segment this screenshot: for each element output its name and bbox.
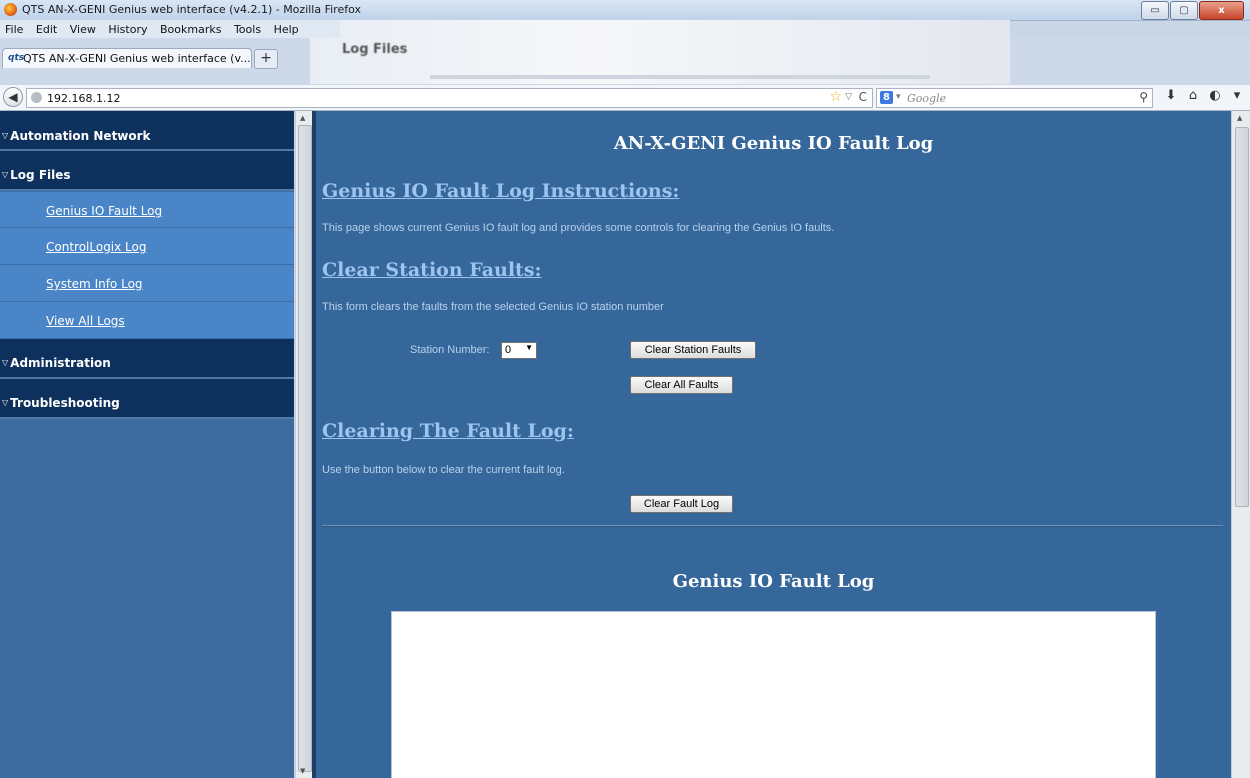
menu-edit[interactable]: Edit <box>31 20 61 36</box>
clearing-log-heading[interactable]: Clearing The Fault Log: <box>322 420 574 442</box>
menu-view[interactable]: View <box>65 20 100 36</box>
sidebar-section-log-files[interactable]: ▽ Log Files <box>0 151 294 191</box>
home-icon[interactable]: ⌂ <box>1182 88 1204 103</box>
background-window: Log Files <box>310 20 1010 84</box>
history-dropdown-icon[interactable]: ▽ <box>845 92 852 102</box>
fault-log-textarea[interactable] <box>391 611 1156 778</box>
scroll-up-icon[interactable]: ▲ <box>300 114 305 122</box>
maximize-button[interactable]: ▢ <box>1170 1 1198 20</box>
downloads-icon[interactable]: ⬇ <box>1160 88 1182 103</box>
background-window-title: Log Files <box>342 42 408 57</box>
chevron-down-icon: ▼ <box>525 343 533 352</box>
scroll-down-icon[interactable]: ▼ <box>300 767 305 775</box>
page-title: AN-X-GENI Genius IO Fault Log <box>613 133 934 154</box>
menu-bar: File Edit View History Bookmarks Tools H… <box>0 20 340 38</box>
firefox-logo-icon <box>4 3 17 16</box>
toolbar-icons: ⬇ ⌂ ◐ ▾ <box>1160 88 1248 103</box>
sidebar-item-controllogix-log[interactable]: ControlLogix Log <box>0 228 294 265</box>
sidebar-section-label: Log Files <box>10 168 71 182</box>
clear-station-text: This form clears the faults from the sel… <box>322 301 664 313</box>
clear-all-faults-button[interactable]: Clear All Faults <box>630 376 733 394</box>
search-engine-dropdown-icon[interactable]: ▾ <box>896 92 901 102</box>
background-window-text <box>430 75 930 79</box>
divider <box>322 525 1223 527</box>
menu-file[interactable]: File <box>0 20 27 36</box>
search-placeholder: Google <box>907 92 947 105</box>
menu-bookmarks[interactable]: Bookmarks <box>155 20 225 36</box>
reload-icon[interactable]: C <box>859 90 867 104</box>
globe-icon <box>31 92 42 103</box>
sidebar-section-automation-network[interactable]: ▽ Automation Network <box>0 111 294 151</box>
search-bar[interactable]: 8 ▾ Google ⚲ <box>876 88 1153 108</box>
expand-triangle-icon: ▽ <box>2 358 9 367</box>
sidebar-section-label: Troubleshooting <box>10 396 120 410</box>
sidebar-section-label: Automation Network <box>10 129 151 143</box>
window-title: QTS AN-X-GENI Genius web interface (v4.2… <box>22 3 362 16</box>
expand-triangle-icon: ▽ <box>2 170 9 179</box>
sidebar-item-genius-io-fault-log[interactable]: Genius IO Fault Log <box>0 191 294 228</box>
clear-station-faults-button[interactable]: Clear Station Faults <box>630 341 756 359</box>
addon-icon[interactable]: ◐ <box>1204 88 1226 103</box>
station-number-value: 0 <box>505 344 512 356</box>
expand-triangle-icon: ▽ <box>2 398 9 407</box>
sidebar-scrollbar[interactable]: ▲ ▼ <box>295 111 313 778</box>
window-controls: ▭ ▢ x <box>1140 1 1244 20</box>
scroll-up-icon[interactable]: ▲ <box>1237 114 1242 122</box>
main-scrollbar[interactable]: ▲ <box>1231 111 1250 778</box>
instructions-heading[interactable]: Genius IO Fault Log Instructions: <box>322 180 679 202</box>
back-arrow-icon: ◀ <box>8 90 18 104</box>
url-bar[interactable]: 192.168.1.12 ☆ ▽ C <box>26 88 873 108</box>
window-titlebar: QTS AN-X-GENI Genius web interface (v4.2… <box>0 0 1250 21</box>
sidebar-scroll-thumb[interactable] <box>298 125 312 772</box>
sidebar-item-system-info-log[interactable]: System Info Log <box>0 265 294 302</box>
fault-log-title: Genius IO Fault Log <box>672 571 875 592</box>
sidebar-section-administration[interactable]: ▽ Administration <box>0 339 294 379</box>
main-scroll-thumb[interactable] <box>1235 127 1249 507</box>
tab-label: QTS AN-X-GENI Genius web interface (v... <box>23 52 251 65</box>
url-text: 192.168.1.12 <box>47 92 121 105</box>
instructions-text: This page shows current Genius IO fault … <box>322 222 835 234</box>
menu-history[interactable]: History <box>103 20 151 36</box>
back-button[interactable]: ◀ <box>3 87 23 107</box>
new-tab-button[interactable]: + <box>254 49 278 69</box>
clear-fault-log-button[interactable]: Clear Fault Log <box>630 495 733 513</box>
bookmark-star-icon[interactable]: ☆ <box>829 89 842 105</box>
browser-tab[interactable]: qts QTS AN-X-GENI Genius web interface (… <box>2 48 252 68</box>
expand-triangle-icon: ▽ <box>2 131 9 140</box>
clearing-log-text: Use the button below to clear the curren… <box>322 464 565 476</box>
menu-tools[interactable]: Tools <box>229 20 265 36</box>
menu-help[interactable]: Help <box>269 20 303 36</box>
menu-dropdown-icon[interactable]: ▾ <box>1226 88 1248 103</box>
main-content: AN-X-GENI Genius IO Fault Log Genius IO … <box>316 111 1231 778</box>
navigation-toolbar: ◀ 192.168.1.12 ☆ ▽ C 8 ▾ Google ⚲ ⬇ ⌂ ◐ … <box>0 85 1250 111</box>
station-number-label: Station Number: <box>410 344 490 356</box>
sidebar-section-troubleshooting[interactable]: ▽ Troubleshooting <box>0 379 294 419</box>
close-button[interactable]: x <box>1199 1 1244 20</box>
search-icon[interactable]: ⚲ <box>1139 90 1148 104</box>
search-engine-icon[interactable]: 8 <box>880 91 893 104</box>
sidebar: ▽ Automation Network ▽ Log Files Genius IO… <box>0 111 294 778</box>
sidebar-section-label: Administration <box>10 356 111 370</box>
sidebar-item-view-all-logs[interactable]: View All Logs <box>0 302 294 339</box>
station-number-select[interactable]: 0 ▼ <box>501 342 537 359</box>
site-favicon-icon: qts <box>8 53 25 63</box>
minimize-button[interactable]: ▭ <box>1141 1 1169 20</box>
clear-station-heading[interactable]: Clear Station Faults: <box>322 259 542 281</box>
